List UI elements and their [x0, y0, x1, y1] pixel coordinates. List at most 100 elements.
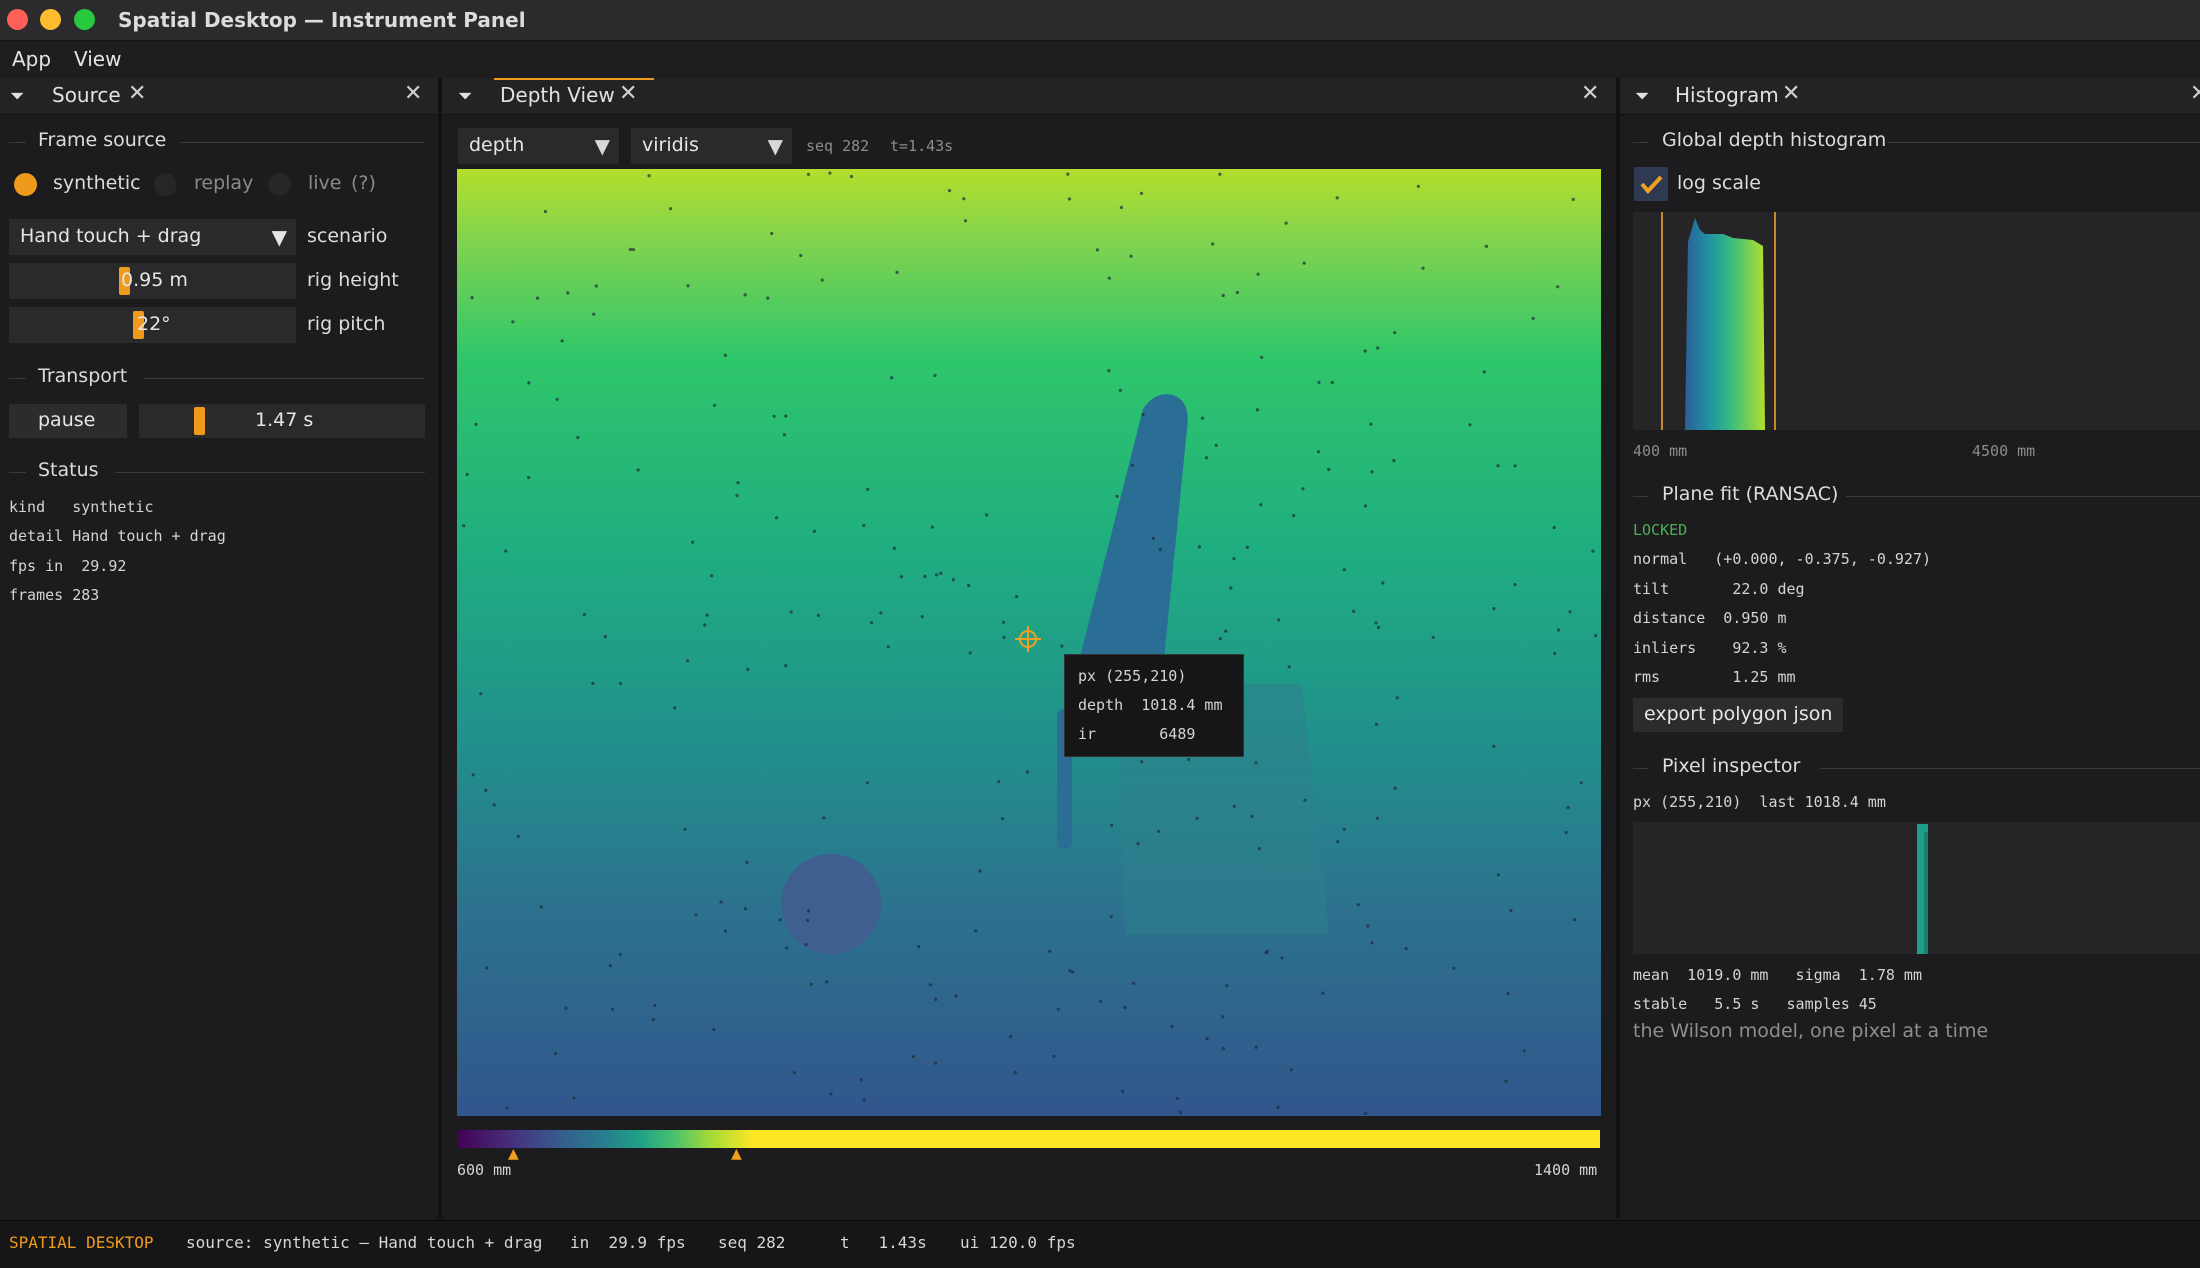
noise-dot — [935, 573, 939, 577]
noise-dot — [785, 946, 789, 950]
noise-dot — [1129, 254, 1133, 258]
noise-dot — [1504, 1079, 1508, 1083]
noise-dot — [1221, 1047, 1225, 1051]
radio-synthetic[interactable] — [14, 173, 37, 196]
noise-dot — [504, 549, 508, 553]
noise-dot — [1572, 918, 1576, 922]
panel-menu-icon[interactable]: ⏷ — [10, 86, 24, 107]
noise-dot — [1000, 817, 1005, 821]
time-value: 1.47 s — [255, 409, 314, 431]
tab-histogram[interactable]: Histogram — [1675, 83, 1779, 107]
mode-select[interactable]: depth ▼ — [458, 128, 619, 164]
radio-replay-label[interactable]: replay — [194, 172, 253, 194]
noise-dot — [1370, 941, 1374, 945]
section-rule — [180, 142, 425, 143]
noise-dot — [651, 1017, 655, 1022]
menu-app[interactable]: App — [12, 47, 51, 71]
noise-dot — [462, 524, 466, 528]
status-ui-fps: ui 120.0 fps — [960, 1233, 1076, 1252]
noise-dot — [1048, 949, 1052, 953]
noise-dot — [849, 174, 854, 179]
noise-dot — [968, 651, 972, 655]
noise-dot — [939, 571, 943, 575]
noise-dot — [866, 487, 870, 491]
colorbar-low-marker[interactable]: ▲ — [508, 1146, 519, 1162]
close-tab-icon[interactable]: ✕ — [128, 81, 146, 106]
colormap-select[interactable]: viridis ▼ — [631, 128, 792, 164]
close-tab-icon[interactable]: ✕ — [1782, 81, 1800, 106]
noise-dot — [1265, 949, 1269, 954]
log-scale-checkbox[interactable] — [1634, 167, 1668, 201]
depth-image[interactable]: px (255,210) depth 1018.4 mm ir 6489 — [457, 169, 1601, 1116]
log-scale-label[interactable]: log scale — [1677, 172, 1761, 194]
scenario-select[interactable]: Hand touch + drag ▼ — [9, 219, 296, 255]
noise-dot — [1381, 581, 1385, 585]
noise-dot — [1336, 840, 1340, 844]
status-row: kind synthetic — [9, 498, 154, 516]
noise-dot — [1214, 443, 1218, 447]
pixel-histogram-plot[interactable] — [1633, 822, 2200, 954]
close-panel-icon[interactable]: ✕ — [2190, 81, 2200, 106]
global-histogram-plot[interactable] — [1633, 212, 2200, 430]
noise-dot — [1056, 1007, 1060, 1011]
panel-menu-icon[interactable]: ⏷ — [1635, 86, 1649, 107]
tab-source[interactable]: Source — [52, 83, 121, 107]
status-row: detail Hand touch + drag — [9, 527, 226, 545]
colorbar-high-marker[interactable]: ▲ — [731, 1146, 742, 1162]
noise-dot — [691, 540, 695, 544]
noise-dot — [603, 635, 607, 639]
title-bar: Spatial Desktop — Instrument Panel — [0, 0, 2200, 41]
noise-dot — [1232, 804, 1236, 809]
noise-dot — [782, 433, 787, 437]
close-panel-icon[interactable]: ✕ — [1581, 81, 1599, 106]
noise-dot — [792, 1071, 796, 1075]
status-row: fps in 29.92 — [9, 557, 127, 575]
noise-dot — [1170, 1025, 1174, 1029]
radio-live-label[interactable]: live — [308, 172, 342, 194]
noise-dot — [735, 494, 739, 498]
noise-dot — [1157, 829, 1161, 833]
frame-source-title: Frame source — [38, 129, 167, 151]
plane-fit-title: Plane fit (RANSAC) — [1662, 483, 1839, 505]
noise-dot — [1452, 966, 1456, 970]
noise-dot — [1218, 637, 1222, 641]
noise-dot — [1363, 504, 1368, 508]
panel-menu-icon[interactable]: ⏷ — [458, 86, 472, 107]
noise-dot — [485, 966, 489, 970]
noise-dot — [870, 621, 874, 625]
colorbar[interactable]: ▲ ▲ — [457, 1130, 1600, 1162]
radio-replay[interactable] — [154, 173, 177, 196]
noise-dot — [1374, 621, 1378, 625]
help-icon[interactable]: (?) — [351, 172, 376, 194]
noise-dot — [511, 320, 515, 324]
radio-live[interactable] — [268, 173, 291, 196]
status-seq: seq 282 — [718, 1233, 786, 1252]
noise-dot — [879, 611, 883, 615]
noise-dot — [828, 171, 832, 175]
pause-button-label: pause — [38, 409, 96, 431]
rig-pitch-slider[interactable]: 22° — [9, 307, 296, 343]
radio-synthetic-label[interactable]: synthetic — [53, 172, 141, 194]
slider-handle[interactable] — [194, 407, 205, 435]
noise-dot — [816, 613, 820, 617]
noise-dot — [471, 773, 475, 777]
menu-view[interactable]: View — [74, 47, 121, 71]
noise-dot — [694, 913, 698, 917]
noise-dot — [973, 929, 978, 933]
noise-dot — [820, 278, 824, 282]
export-polygon-button[interactable]: export polygon json — [1633, 698, 1843, 732]
noise-dot — [1175, 1096, 1180, 1101]
close-tab-icon[interactable]: ✕ — [619, 81, 637, 106]
pause-button[interactable]: pause — [9, 404, 127, 438]
close-window-button[interactable] — [7, 9, 28, 30]
maximize-window-button[interactable] — [74, 9, 95, 30]
noise-dot — [1118, 388, 1122, 392]
rig-height-slider[interactable]: 0.95 m — [9, 263, 296, 299]
tab-depth-view[interactable]: Depth View — [500, 83, 615, 107]
close-panel-icon[interactable]: ✕ — [404, 81, 422, 106]
time-slider[interactable]: 1.47 s — [139, 404, 425, 438]
noise-dot — [1197, 545, 1201, 549]
minimize-window-button[interactable] — [40, 9, 61, 30]
noise-dot — [1280, 956, 1284, 960]
noise-dot — [527, 381, 531, 385]
